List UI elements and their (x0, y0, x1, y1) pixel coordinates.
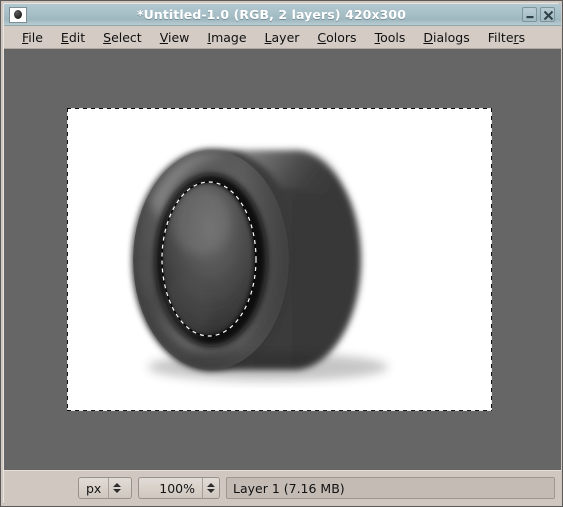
menu-file[interactable]: File (13, 28, 52, 47)
menu-layer-rest: ayer (271, 29, 300, 45)
menu-view-rest: iew (168, 29, 190, 45)
menu-edit-accel: E (60, 29, 69, 45)
menu-edit[interactable]: Edit (52, 28, 94, 47)
unit-value: px (86, 480, 102, 496)
artwork-3d-ring (68, 109, 491, 410)
ring-render-svg (133, 149, 388, 381)
menu-bar: File Edit Select View Image Layer Colors… (4, 26, 561, 49)
menu-image[interactable]: Image (198, 28, 255, 47)
close-icon (543, 10, 554, 21)
ring-front-face-group (133, 150, 289, 370)
unit-selector[interactable]: px (78, 477, 132, 499)
menu-filters[interactable]: Filters (479, 28, 534, 47)
gimp-image-window: *Untitled-1.0 (RGB, 2 layers) 420x300 Fi… (0, 0, 563, 507)
menu-select-rest: elect (111, 29, 142, 45)
menu-edit-rest: dit (68, 29, 86, 45)
menu-select[interactable]: Select (94, 28, 151, 47)
status-bar: px 100% Layer 1 (7.16 MB) (4, 470, 561, 505)
minimize-icon (526, 16, 534, 19)
image-canvas-sheet[interactable] (68, 109, 491, 410)
window-controls (522, 7, 555, 22)
menu-colors-rest: olors (326, 29, 357, 45)
zoom-selector[interactable]: 100% (138, 477, 220, 499)
close-button[interactable] (540, 7, 555, 22)
menu-filters-pre: Filte (487, 29, 514, 45)
menu-tools[interactable]: Tools (366, 28, 415, 47)
menu-tools-rest: ools (380, 29, 406, 45)
zoom-value: 100% (159, 480, 195, 496)
menu-colors[interactable]: Colors (308, 28, 365, 47)
zoom-stepper-up-icon (207, 483, 215, 487)
contact-shadow (148, 353, 388, 381)
menu-dialogs-rest: ialogs (433, 29, 470, 45)
window-title: *Untitled-1.0 (RGB, 2 layers) 420x300 (136, 7, 407, 22)
zoom-stepper[interactable] (203, 478, 219, 498)
status-message: Layer 1 (7.16 MB) (226, 477, 555, 499)
menu-colors-accel: C (317, 29, 327, 45)
menu-view[interactable]: View (151, 28, 199, 47)
menu-layer-accel: L (264, 29, 272, 45)
menu-dialogs[interactable]: Dialogs (414, 28, 478, 47)
zoom-stepper-down-icon (207, 489, 215, 493)
unit-stepper-down-icon (113, 489, 122, 493)
menu-view-accel: V (159, 29, 168, 45)
menu-select-accel: S (103, 29, 112, 45)
menu-dialogs-accel: D (423, 29, 433, 45)
menu-file-rest: ile (28, 29, 43, 45)
minimize-button[interactable] (522, 7, 537, 22)
thumbnail-blob (14, 10, 22, 19)
menu-image-rest: mage (211, 29, 247, 45)
image-thumbnail-icon (9, 6, 27, 23)
image-canvas-area[interactable] (4, 49, 561, 470)
unit-stepper[interactable] (109, 478, 125, 498)
menu-layer[interactable]: Layer (256, 28, 309, 47)
menu-filters-rest: s (518, 29, 526, 45)
window-title-bar[interactable]: *Untitled-1.0 (RGB, 2 layers) 420x300 (4, 4, 561, 26)
unit-stepper-up-icon (113, 483, 122, 487)
